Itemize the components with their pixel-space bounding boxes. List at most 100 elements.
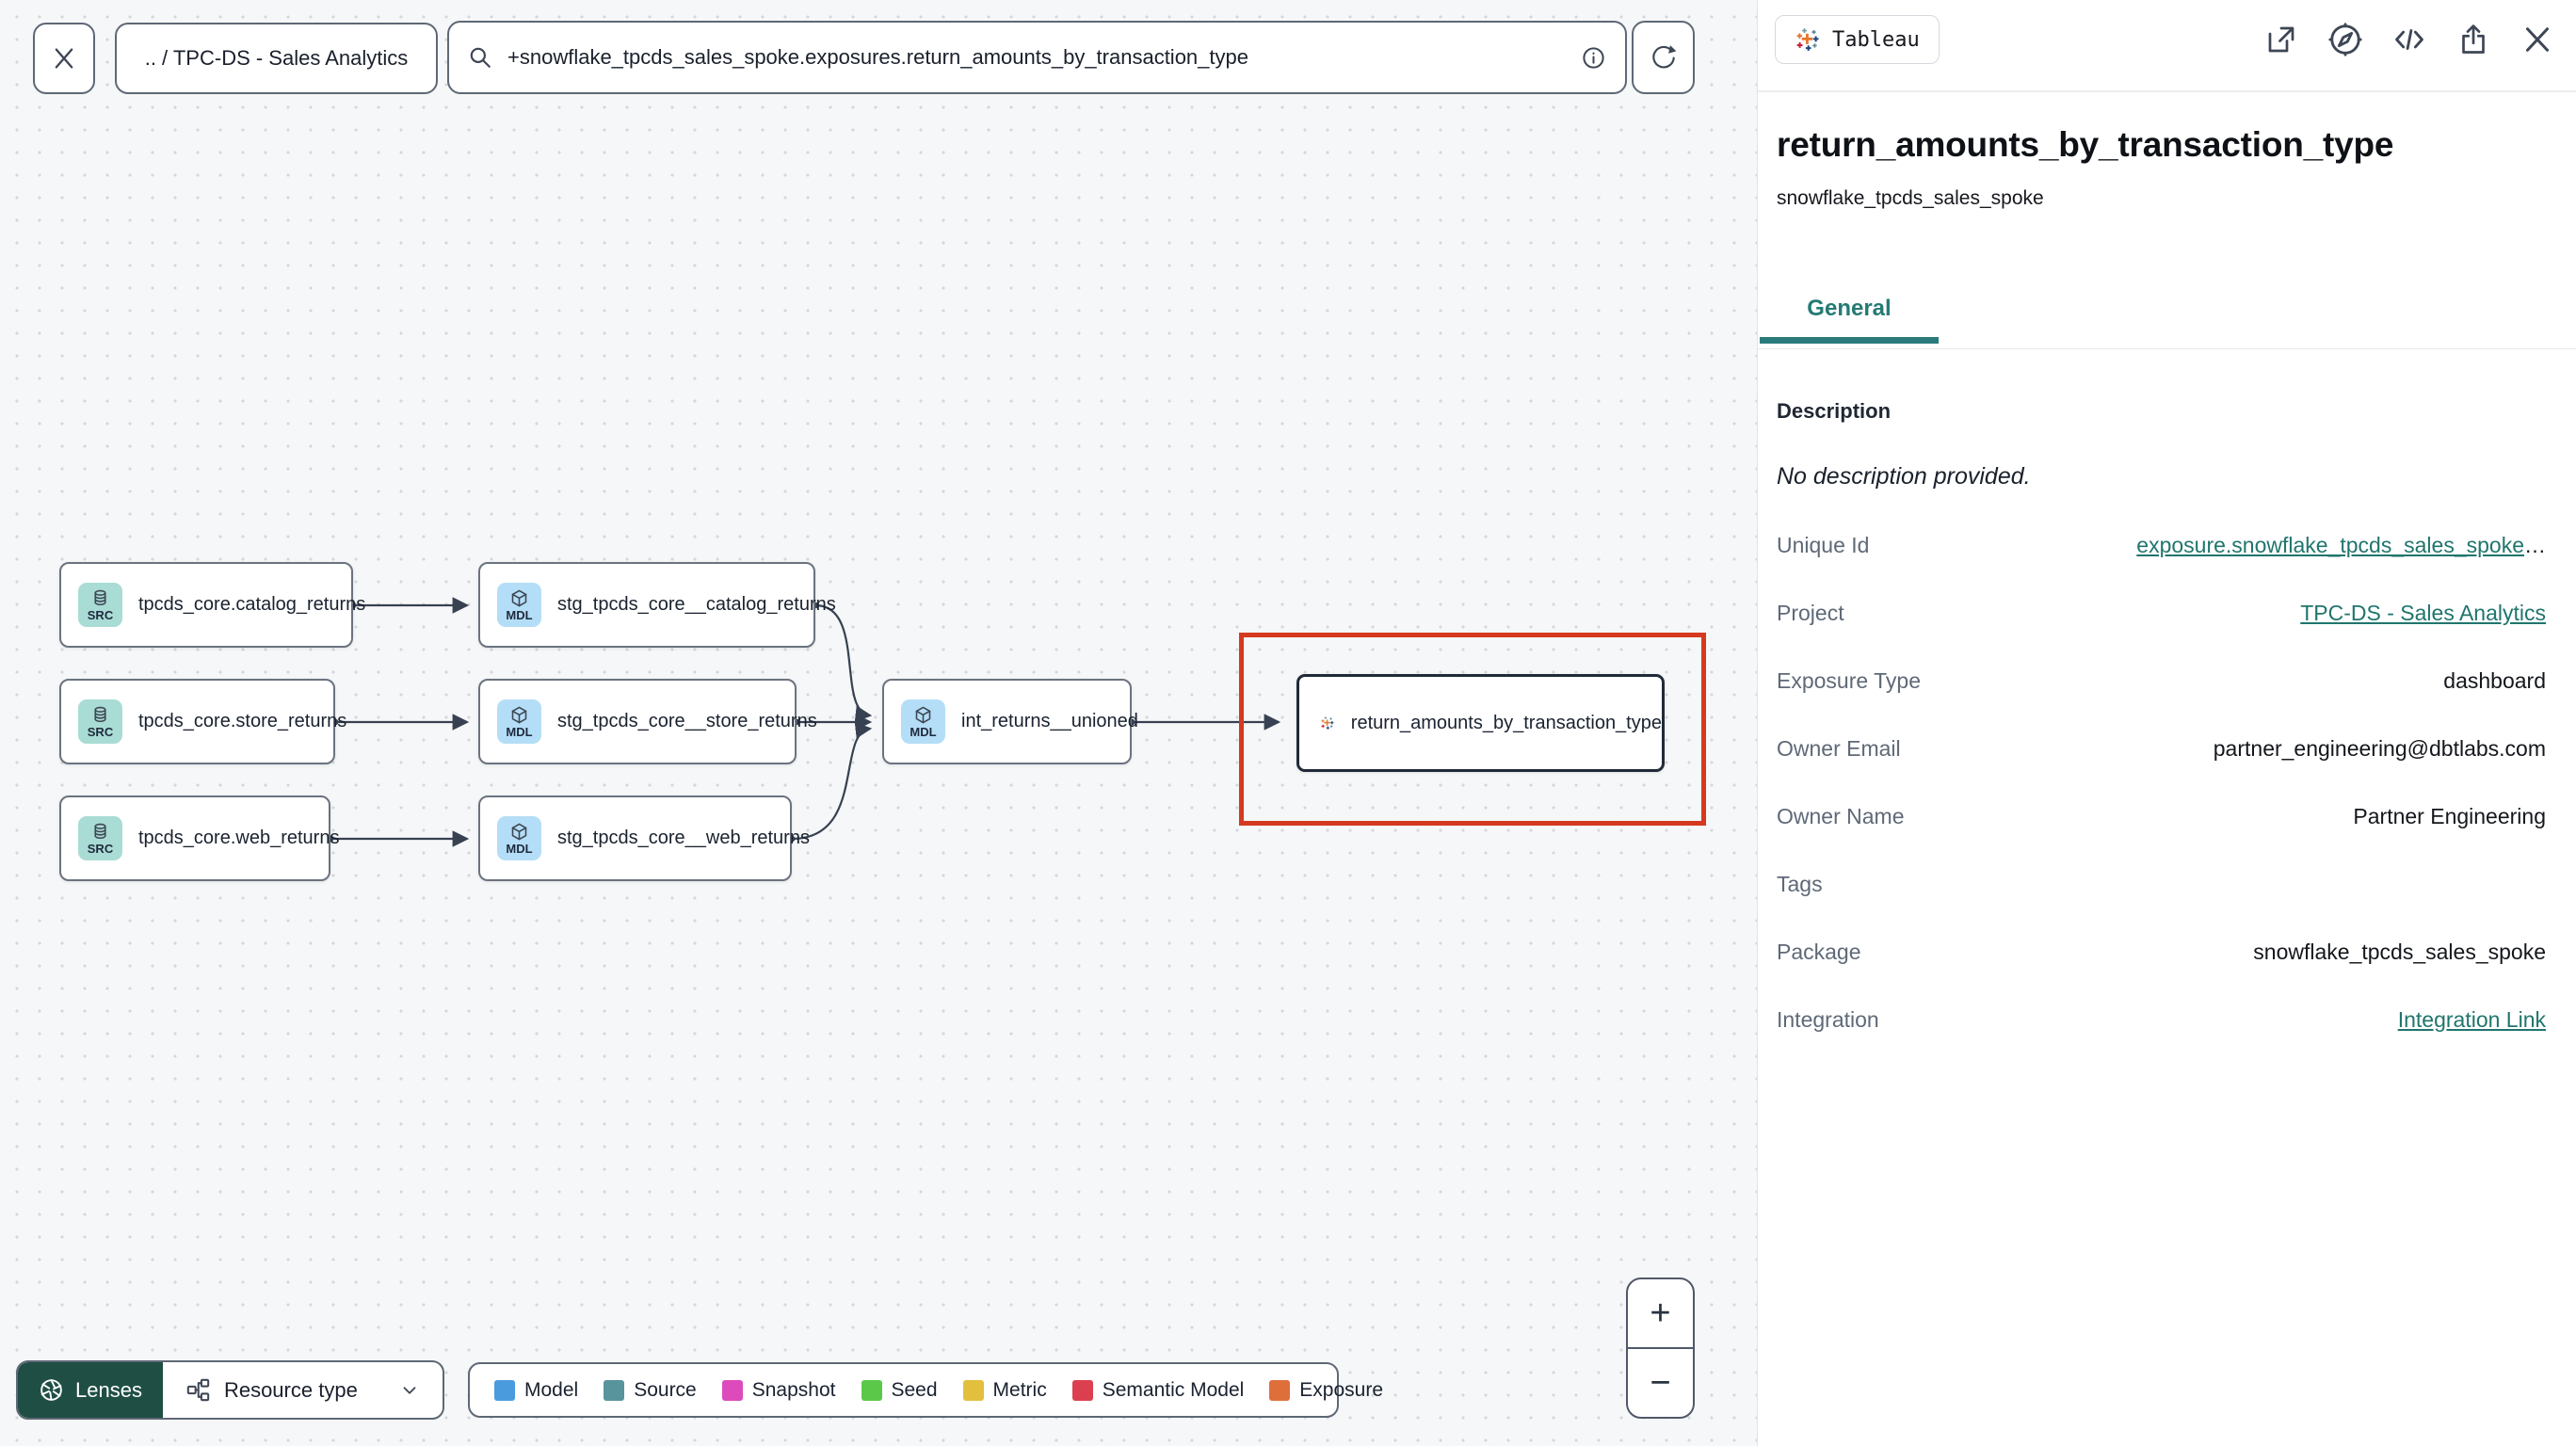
lenses-label: Lenses [75,1377,142,1402]
node-label: tpcds_core.web_returns [138,827,340,848]
field-value: snowflake_tpcds_sales_spoke [2253,939,2546,964]
lenses-aperture-icon [40,1379,62,1401]
cube-icon [511,589,527,607]
lineage-selector-bar [447,21,1627,94]
field-row-integration: Integration Integration Link [1777,986,2546,1053]
panel-divider [1758,90,2576,92]
close-icon [2526,27,2549,52]
node-model-int-returns-unioned[interactable]: MDL int_returns__unioned [882,679,1138,764]
details-panel-header: Tableau [1775,13,2555,66]
field-label: Owner Name [1777,803,1905,828]
node-label: stg_tpcds_core__web_returns [557,827,810,848]
tableau-badge: Tableau [1775,15,1940,64]
model-badge: MDL [497,816,541,860]
field-row-exposure-type: Exposure Type dashboard [1777,647,2546,715]
breadcrumb-label: .. / TPC-DS - Sales Analytics [144,46,409,70]
field-row-package: Package snowflake_tpcds_sales_spoke [1777,918,2546,986]
field-value: dashboard [2443,667,2546,693]
node-source-web-returns[interactable]: SRC tpcds_core.web_returns [59,795,339,881]
tableau-logo-icon [1796,28,1819,51]
source-badge-label: SRC [87,725,114,739]
field-value: TPC-DS - Sales Analytics [2300,601,2546,626]
exposure-package-subtitle: snowflake_tpcds_sales_spoke [1777,187,2044,209]
node-source-catalog-returns[interactable]: SRC tpcds_core.catalog_returns [59,562,365,648]
legend-item-exposure: Exposure [1269,1379,1383,1402]
node-label: stg_tpcds_core__catalog_returns [557,594,836,615]
legend-label: Metric [992,1378,1047,1401]
source-badge: SRC [78,816,122,860]
field-value: Integration Link [2398,1007,2546,1033]
explore-lineage-button[interactable] [2327,22,2363,57]
node-exposure-return-amounts[interactable]: return_amounts_by_transaction_type [1296,674,1665,772]
resource-type-dropdown[interactable]: Resource type [163,1362,443,1418]
share-icon [2462,24,2485,54]
info-icon[interactable] [1581,45,1606,71]
unique-id-link[interactable]: exposure.snowflake_tpcds_sales_spoke [2136,533,2524,557]
close-graph-button[interactable] [33,23,95,94]
node-label: tpcds_core.store_returns [138,711,347,731]
node-label: tpcds_core.catalog_returns [138,594,366,615]
share-button[interactable] [2455,22,2491,57]
compass-icon [2328,23,2362,56]
open-external-button[interactable] [2263,22,2299,57]
tab-rule [1758,348,2576,349]
zoom-out-button[interactable]: − [1628,1349,1693,1417]
dbt-lineage-app: SRC tpcds_core.catalog_returns SRC tpcds… [0,0,2576,1446]
search-icon [470,47,491,68]
source-badge: SRC [78,583,122,627]
project-link[interactable]: TPC-DS - Sales Analytics [2300,601,2546,625]
legend-item-seed: Seed [861,1379,938,1402]
external-link-icon [2268,26,2294,53]
model-badge-label: MDL [506,608,533,622]
view-code-button[interactable] [2391,22,2427,57]
exposure-title: return_amounts_by_transaction_type [1777,125,2394,164]
field-label: Exposure Type [1777,667,1922,693]
integration-link[interactable]: Integration Link [2398,1007,2546,1032]
zoom-control: + − [1626,1277,1695,1419]
node-model-stg-web-returns[interactable]: MDL stg_tpcds_core__web_returns [478,795,810,881]
exposure-fields: Unique Id exposure.snowflake_tpcds_sales… [1777,511,2546,1053]
model-badge: MDL [497,699,541,744]
chevron-down-icon [403,1386,416,1394]
database-icon [94,589,106,606]
search-input[interactable] [507,45,1566,70]
legend-label: Source [634,1378,697,1401]
lenses-button[interactable]: Lenses [18,1362,163,1418]
source-badge-label: SRC [87,842,114,856]
field-label: Owner Email [1777,735,1901,761]
refresh-icon [1651,45,1676,69]
unique-id-ellipsis: … [2524,532,2546,557]
field-row-owner-email: Owner Email partner_engineering@dbtlabs.… [1777,715,2546,782]
resource-legend: Model Source Snapshot Seed Metric Semant… [468,1362,1383,1418]
model-badge: MDL [497,583,541,627]
node-model-stg-catalog-returns[interactable]: MDL stg_tpcds_core__catalog_returns [478,562,836,648]
node-label: stg_tpcds_core__store_returns [557,711,817,731]
field-row-tags: Tags [1777,850,2546,918]
lineage-canvas[interactable]: SRC tpcds_core.catalog_returns SRC tpcds… [0,0,1757,1446]
breadcrumb[interactable]: .. / TPC-DS - Sales Analytics [115,23,438,94]
field-row-project: Project TPC-DS - Sales Analytics [1777,579,2546,647]
database-icon [94,706,106,723]
model-badge: MDL [901,699,945,744]
tableau-badge-label: Tableau [1832,27,1920,52]
field-value: exposure.snowflake_tpcds_sales_spoke… [2136,533,2546,558]
legend-item-semantic-model: Semantic Model [1071,1379,1244,1402]
node-source-store-returns[interactable]: SRC tpcds_core.store_returns [59,679,346,764]
node-model-stg-store-returns[interactable]: MDL stg_tpcds_core__store_returns [478,679,817,764]
model-badge-label: MDL [506,842,533,856]
close-panel-button[interactable] [2520,22,2555,57]
refresh-button[interactable] [1632,21,1695,94]
tab-general[interactable]: General [1760,296,1939,344]
field-row-owner-name: Owner Name Partner Engineering [1777,782,2546,850]
tableau-logo-icon [1321,716,1334,730]
field-value: Partner Engineering [2353,803,2546,828]
field-label: Integration [1777,1006,1879,1032]
legend-item-metric: Metric [962,1378,1047,1402]
field-value: partner_engineering@dbtlabs.com [2213,735,2546,761]
source-color-swatch [604,1379,625,1401]
zoom-in-button[interactable]: + [1628,1279,1693,1349]
description-heading: Description [1777,399,1892,423]
details-panel: Tableau return_amounts_by_transaction_ty… [1757,0,2576,1446]
field-label: Package [1777,939,1861,964]
model-badge-label: MDL [506,725,533,739]
